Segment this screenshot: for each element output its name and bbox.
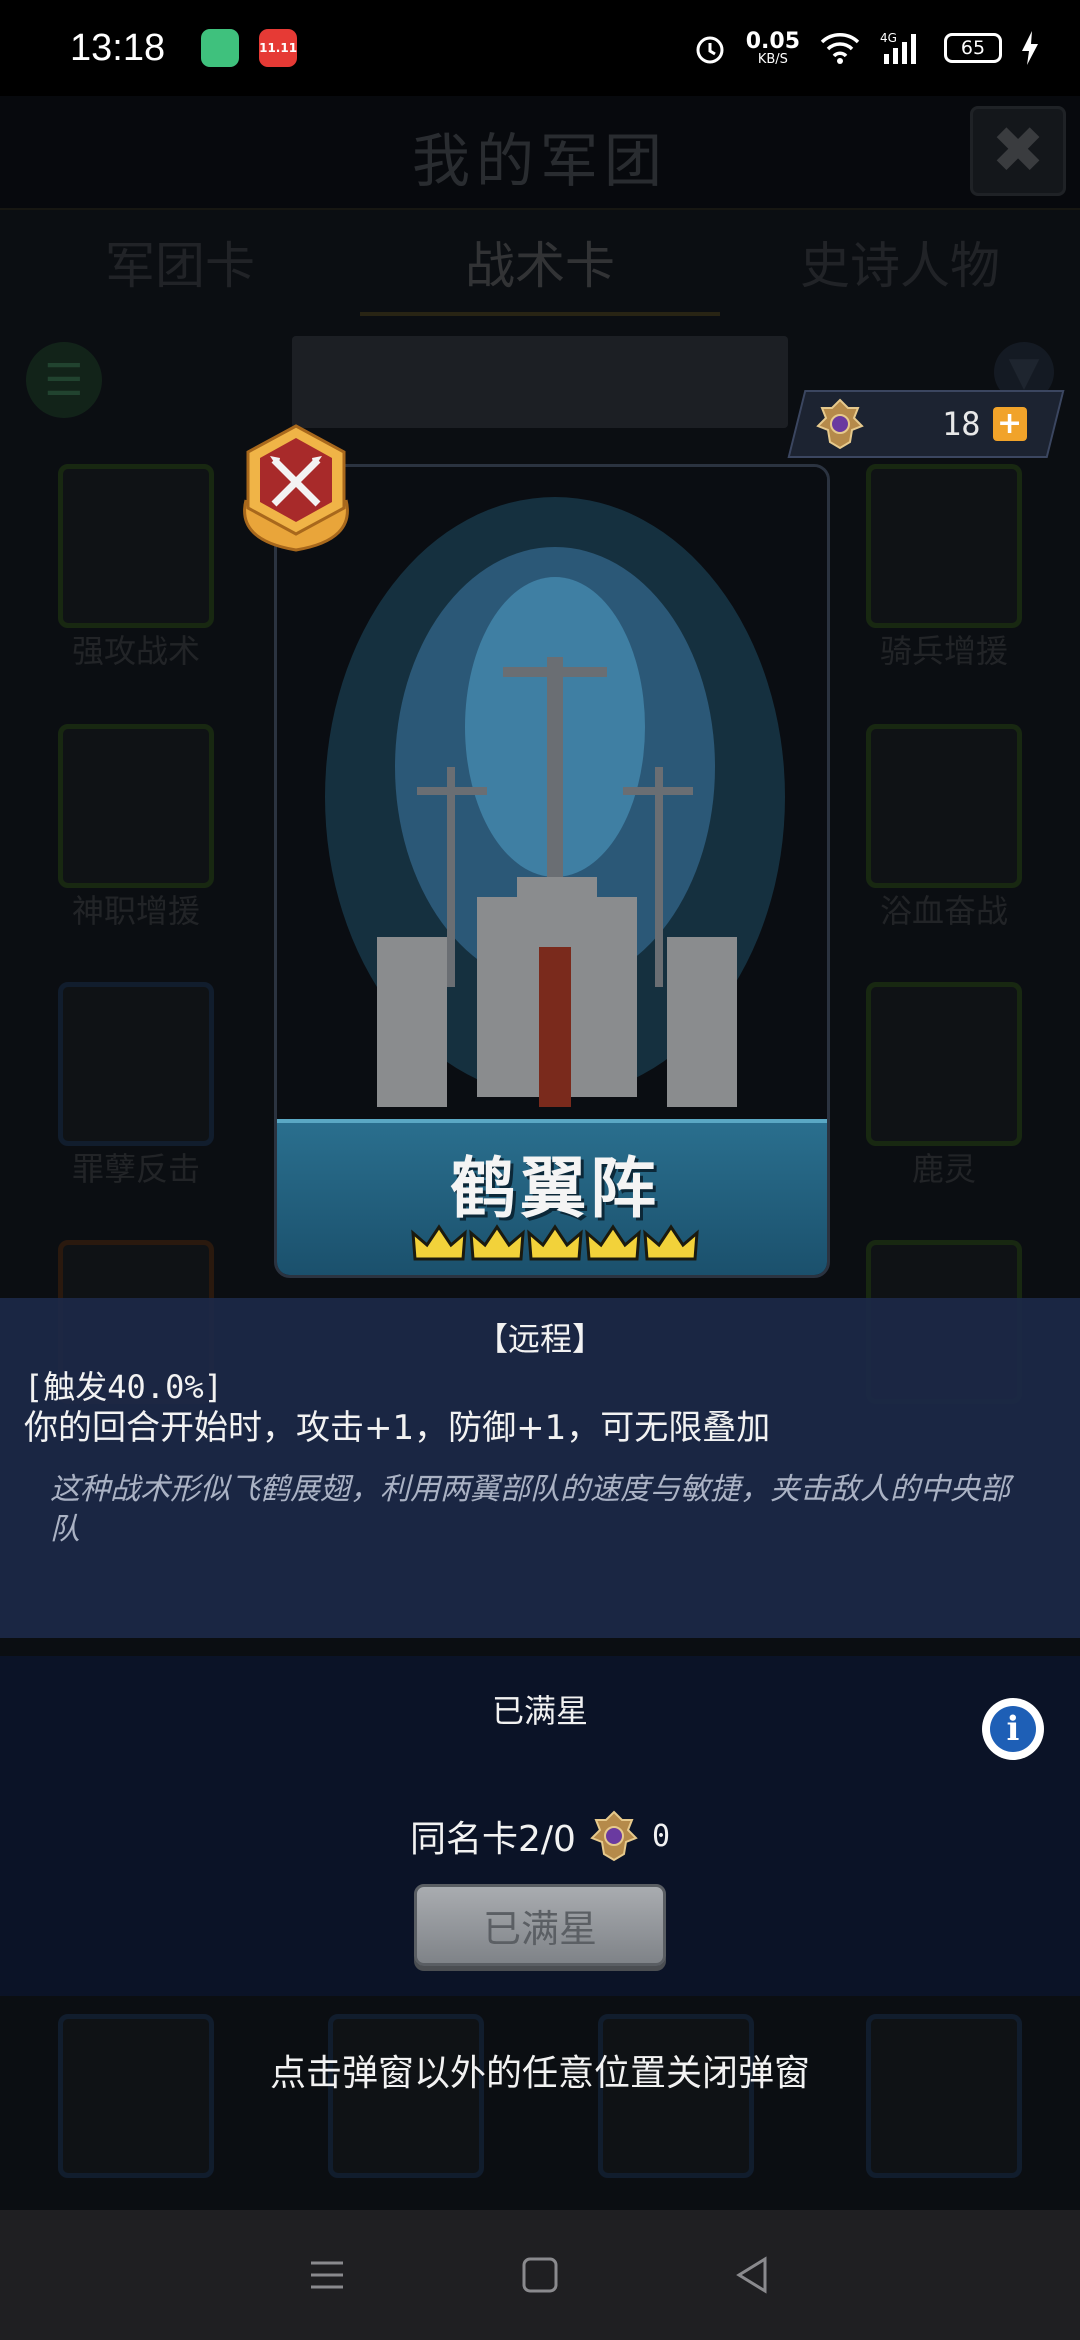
card-type-tag: 【远程】 bbox=[475, 1320, 604, 1358]
crown-star-icon bbox=[411, 1224, 467, 1261]
crown-star-icon bbox=[527, 1224, 583, 1261]
battery-level: 65 bbox=[960, 37, 986, 59]
info-icon: i bbox=[990, 1706, 1036, 1752]
duplicate-card-row: 同名卡2/0 0 bbox=[0, 1806, 1080, 1866]
app-notification-icon bbox=[201, 29, 240, 67]
add-currency-button[interactable]: + bbox=[992, 406, 1027, 441]
info-button[interactable]: i bbox=[982, 1698, 1044, 1760]
currency-display: 18 + bbox=[810, 394, 1040, 454]
tactic-card: 鹤翼阵 bbox=[274, 464, 830, 1278]
battery-icon: 65 bbox=[944, 33, 1002, 63]
system-nav-bar bbox=[0, 2210, 1080, 2340]
ranged-class-badge-icon bbox=[243, 424, 349, 552]
max-star-status: 已满星 bbox=[491, 1692, 588, 1730]
shopping-app-icon: 11.11 bbox=[259, 29, 298, 67]
crown-star-icon bbox=[469, 1224, 525, 1261]
duplicate-card-count: 0 bbox=[651, 1818, 670, 1854]
status-time: 13:18 bbox=[70, 26, 166, 69]
cell-signal-icon: 4G bbox=[880, 31, 916, 64]
net-speed-unit: KB/S bbox=[757, 51, 788, 67]
status-bar: 13:18 11.11 0.05 KB/S 4G 65 bbox=[0, 0, 1080, 96]
menu-icon[interactable] bbox=[299, 2247, 355, 2303]
charging-icon bbox=[1022, 31, 1038, 65]
net-speed-value: 0.05 bbox=[745, 28, 800, 54]
card-effect: 你的回合开始时，攻击+1，防御+1，可无限叠加 bbox=[24, 1408, 771, 1448]
card-artwork bbox=[277, 467, 827, 1127]
card-banner: 鹤翼阵 bbox=[277, 1119, 827, 1275]
close-hint-text: 点击弹窗以外的任意位置关闭弹窗 bbox=[269, 2053, 810, 2094]
screen: 13:18 11.11 0.05 KB/S 4G 65 我的军团 ✖ 军团卡 战… bbox=[0, 0, 1080, 2340]
alarm-icon bbox=[696, 36, 724, 64]
eagle-emblem-icon bbox=[590, 1810, 638, 1862]
network-type-label: 4G bbox=[880, 31, 897, 45]
crown-star-icon bbox=[585, 1224, 641, 1261]
card-star-rating bbox=[277, 1223, 827, 1265]
crown-star-icon bbox=[643, 1224, 699, 1261]
card-info-panel: 【远程】 [触发40.0%] 你的回合开始时，攻击+1，防御+1，可无限叠加 这… bbox=[0, 1298, 1080, 1638]
wifi-icon bbox=[820, 33, 860, 64]
max-star-button[interactable]: 已满星 bbox=[414, 1884, 666, 1966]
card-lore: 这种战术形似飞鹤展翅，利用两翼部队的速度与敏捷，夹击敌人的中央部队 bbox=[50, 1472, 1010, 1547]
duplicate-card-label: 同名卡2/0 bbox=[409, 1819, 576, 1860]
net-speed: 0.05 KB/S bbox=[745, 28, 800, 67]
status-indicators: 0.05 KB/S 4G 65 bbox=[692, 30, 1040, 66]
plus-icon: + bbox=[996, 406, 1023, 441]
card-name: 鹤翼阵 bbox=[450, 1150, 660, 1227]
currency-value: 18 bbox=[942, 405, 981, 443]
back-icon[interactable] bbox=[725, 2247, 781, 2303]
eagle-emblem-icon bbox=[816, 398, 864, 450]
home-icon[interactable] bbox=[512, 2247, 568, 2303]
